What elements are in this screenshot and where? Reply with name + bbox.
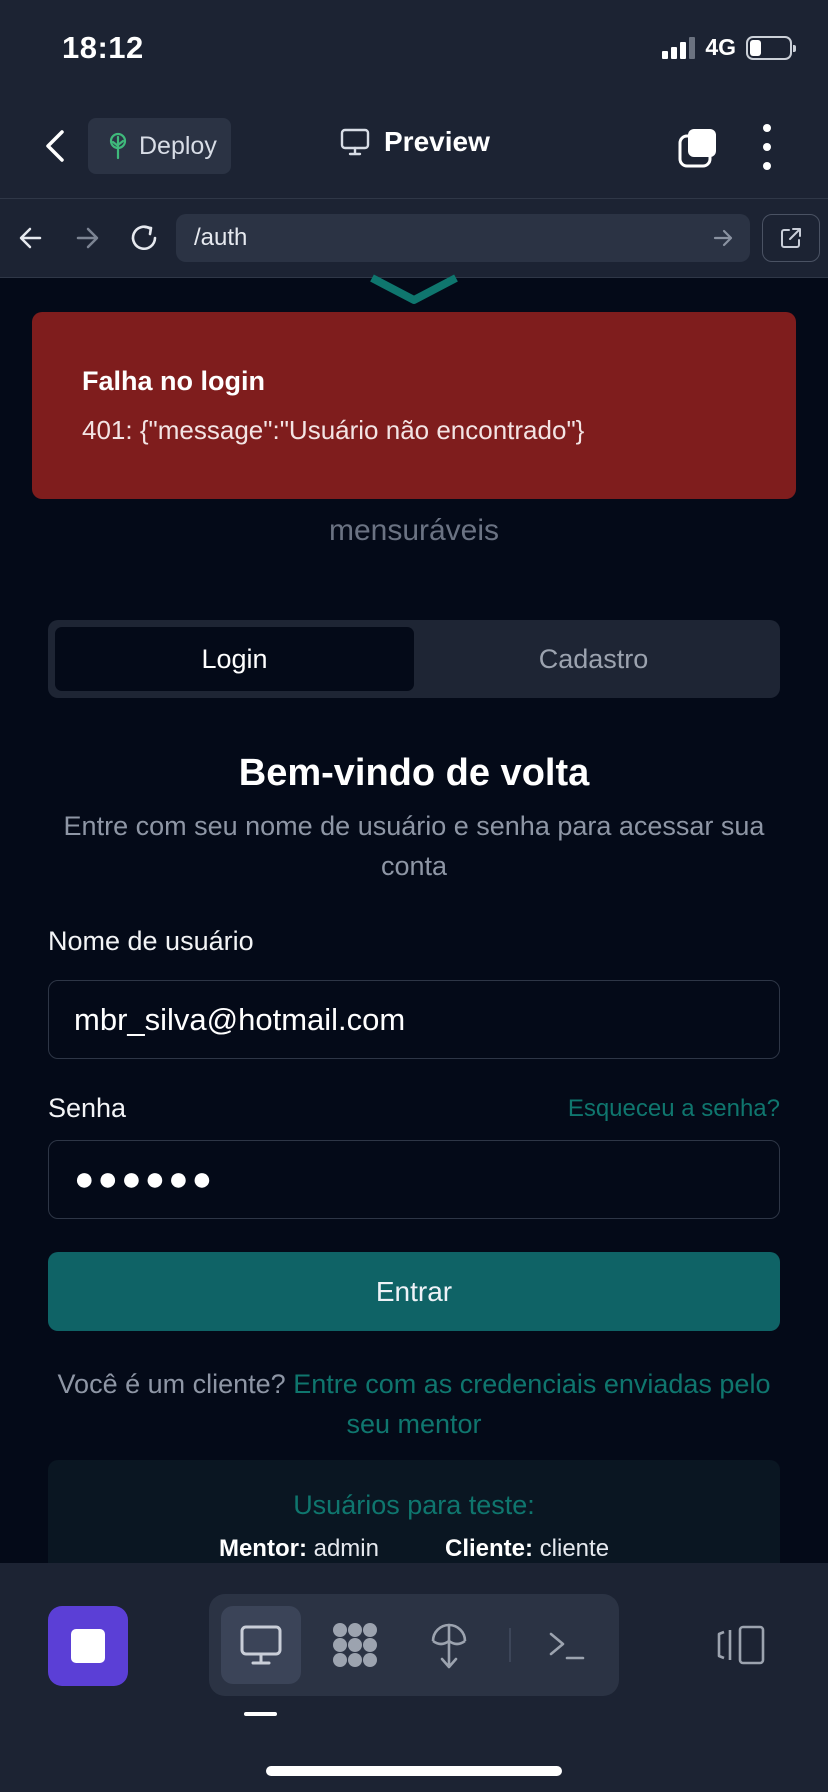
page-subtitle: Entre com seu nome de usuário e senha pa… bbox=[63, 811, 765, 881]
error-message: 401: {"message":"Usuário não encontrado"… bbox=[82, 415, 585, 445]
test-users-title: Usuários para teste: bbox=[293, 1490, 535, 1520]
tab-login[interactable]: Login bbox=[55, 627, 414, 691]
tagline: mensuráveis bbox=[328, 514, 500, 547]
more-options-icon[interactable] bbox=[757, 124, 777, 170]
error-title: Falha no login bbox=[82, 366, 265, 396]
client-login-prompt: Você é um cliente? Entre com as credenci… bbox=[40, 1364, 788, 1444]
stop-icon bbox=[71, 1629, 105, 1663]
signal-icon bbox=[662, 36, 696, 59]
battery-icon bbox=[746, 35, 796, 60]
username-value: mbr_silva@hotmail.com bbox=[74, 1001, 406, 1037]
login-button[interactable]: Entrar bbox=[48, 1252, 780, 1331]
url-field[interactable]: /auth bbox=[176, 214, 750, 262]
monitor-icon bbox=[340, 128, 370, 156]
tabs-icon[interactable] bbox=[678, 128, 718, 168]
open-external-button[interactable] bbox=[762, 214, 820, 262]
mentor-credential: Mentor: admin bbox=[218, 1535, 379, 1562]
password-field[interactable]: ●●●●●● bbox=[48, 1140, 780, 1219]
logo-chevron-icon bbox=[370, 274, 458, 304]
workspace-grid-icon bbox=[333, 1623, 377, 1667]
forgot-password-link[interactable]: Esqueceu a senha? bbox=[568, 1095, 780, 1123]
status-time: 18:12 bbox=[62, 30, 144, 65]
panel-toggle-icon[interactable] bbox=[716, 1624, 766, 1666]
workspace-tool-button[interactable] bbox=[315, 1606, 395, 1684]
terminal-icon bbox=[549, 1632, 585, 1660]
preview-label: Preview bbox=[384, 126, 490, 157]
url-go-icon[interactable] bbox=[712, 226, 734, 250]
test-users-list: Mentor: admin Cliente: cliente bbox=[48, 1535, 780, 1563]
deploy-button[interactable]: Deploy bbox=[88, 118, 231, 174]
network-type: 4G bbox=[705, 34, 736, 60]
reload-icon[interactable] bbox=[128, 222, 160, 254]
username-field[interactable]: mbr_silva@hotmail.com bbox=[48, 980, 780, 1059]
tool-switcher bbox=[209, 1594, 619, 1696]
tool-separator bbox=[509, 1628, 511, 1662]
back-icon[interactable] bbox=[42, 128, 70, 164]
external-link-icon bbox=[781, 228, 801, 248]
client-prompt-text: Você é um cliente? bbox=[57, 1369, 286, 1399]
page-title: Bem-vindo de volta bbox=[238, 752, 590, 794]
preview-tool-button[interactable] bbox=[221, 1606, 301, 1684]
deploy-icon bbox=[431, 1623, 467, 1669]
browser-forward-icon[interactable] bbox=[74, 224, 100, 252]
home-indicator bbox=[266, 1766, 562, 1776]
deploy-icon bbox=[109, 132, 127, 160]
deploy-label: Deploy bbox=[139, 131, 217, 160]
shell-tool-button[interactable] bbox=[527, 1606, 607, 1684]
client-credential: Cliente: cliente bbox=[444, 1535, 610, 1562]
status-indicators: 4G bbox=[662, 34, 796, 61]
active-tool-indicator bbox=[244, 1712, 277, 1716]
deploy-tool-button[interactable] bbox=[409, 1606, 489, 1684]
username-label: Nome de usuário bbox=[48, 926, 254, 956]
monitor-icon bbox=[240, 1625, 282, 1665]
preview-title[interactable]: Preview bbox=[340, 126, 490, 158]
tab-cadastro[interactable]: Cadastro bbox=[414, 627, 773, 691]
url-text: /auth bbox=[194, 224, 248, 251]
password-value: ●●●●●● bbox=[74, 1160, 216, 1198]
browser-back-icon[interactable] bbox=[18, 224, 44, 252]
auth-tabs: Login Cadastro bbox=[48, 620, 780, 698]
client-credentials-link[interactable]: Entre com as credenciais enviadas pelo s… bbox=[293, 1369, 770, 1439]
stop-button[interactable] bbox=[48, 1606, 128, 1686]
error-toast: Falha no login 401: {"message":"Usuário … bbox=[32, 312, 796, 499]
password-label: Senha bbox=[48, 1093, 127, 1123]
